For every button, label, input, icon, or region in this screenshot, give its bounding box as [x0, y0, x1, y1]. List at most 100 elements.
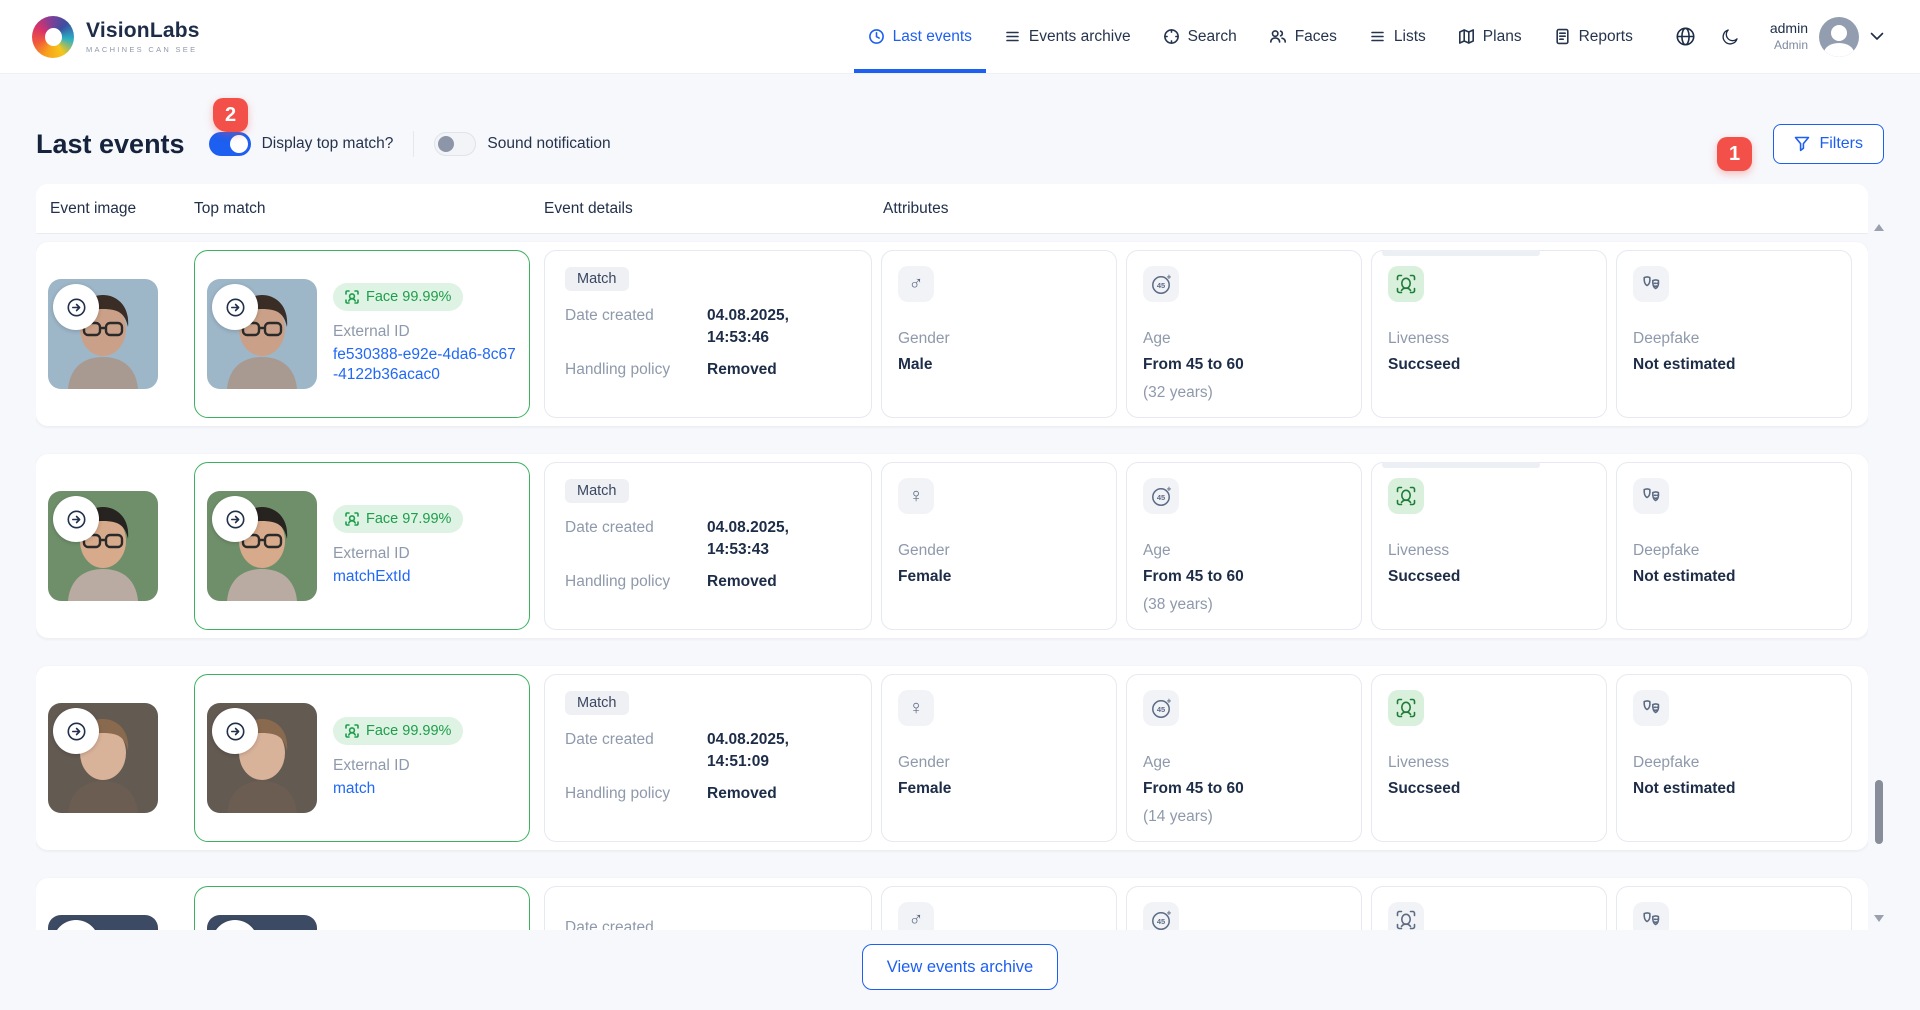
nav-reports[interactable]: Reports: [1554, 0, 1633, 73]
page-title: Last events: [36, 128, 185, 159]
nav-label: Lists: [1393, 27, 1426, 45]
display-top-match-toggle[interactable]: [208, 132, 251, 156]
match-image[interactable]: [207, 915, 317, 930]
annotation-badge-1: 1: [1717, 137, 1752, 171]
date-created-label: Date created: [565, 307, 654, 324]
brand-logo[interactable]: VisionLabs MACHINES CAN SEE: [32, 0, 200, 73]
age-detail: (38 years): [1143, 596, 1213, 613]
event-details-card: Match Date created 04.08.2025, 14:53:43 …: [544, 462, 872, 630]
liveness-card: Liveness Succseed: [1371, 250, 1607, 418]
visionlabs-logo-icon: [32, 15, 74, 58]
nav-faces[interactable]: Faces: [1269, 0, 1337, 73]
age-card: 45 + Age From 45 to 60 (32 years): [1126, 250, 1362, 418]
main-nav: Last events Events archive Search Faces …: [853, 0, 1633, 73]
match-image[interactable]: [207, 491, 317, 601]
age-label: Age: [1143, 330, 1171, 347]
external-id-link[interactable]: match: [333, 779, 463, 799]
open-event-icon[interactable]: [53, 708, 99, 754]
col-event-image: Event image: [50, 199, 137, 217]
event-image[interactable]: [48, 491, 158, 601]
view-events-archive-button[interactable]: View events archive: [861, 944, 1059, 990]
top-match-card: Face 99.99% External ID fe530388-e92e-4d…: [194, 250, 530, 418]
date-created-value: 04.08.2025, 14:51:09: [707, 731, 789, 770]
external-id-label: External ID: [333, 544, 410, 562]
liveness-icon: [1388, 266, 1424, 302]
dark-mode-moon-icon[interactable]: [1720, 27, 1740, 47]
table-header: Event image Top match Event details Attr…: [36, 184, 1868, 234]
svg-text:45: 45: [1156, 493, 1164, 502]
nav-last-events[interactable]: Last events: [853, 0, 987, 73]
open-event-icon[interactable]: [53, 496, 99, 542]
match-image[interactable]: [207, 703, 317, 813]
match-image[interactable]: [207, 279, 317, 389]
face-similarity-badge: Face 99.99%: [333, 282, 464, 311]
open-match-icon[interactable]: [212, 284, 258, 330]
date-created-value: 04.08.2025, 14:53:43: [707, 519, 789, 558]
face-similarity-value: Face 99.99%: [366, 288, 452, 305]
language-globe-icon[interactable]: [1675, 26, 1696, 47]
event-row: Face 99.99% External ID fe530388-e92e-4d…: [36, 242, 1868, 426]
handling-policy-value: Removed: [707, 573, 777, 590]
event-details-card: Match Date created 04.08.2025, 14:51:09 …: [544, 674, 872, 842]
scroll-down-arrow-icon[interactable]: [1874, 915, 1884, 922]
sound-notification-toggle[interactable]: [434, 132, 477, 156]
liveness-card: Liveness: [1371, 886, 1607, 930]
liveness-label: Liveness: [1388, 542, 1450, 559]
deepfake-card: Deepfake: [1616, 886, 1852, 930]
face-similarity-badge: Face 99.99%: [333, 716, 464, 745]
svg-text:+: +: [1166, 485, 1171, 494]
nav-plans[interactable]: Plans: [1458, 0, 1522, 73]
date-created-value: 04.08.2025, 14:53:46: [707, 307, 789, 346]
svg-text:+: +: [1166, 273, 1171, 282]
handling-policy-value: Removed: [707, 361, 777, 378]
brand-name: VisionLabs: [86, 19, 200, 42]
event-image[interactable]: [48, 915, 158, 930]
match-tag: Match: [565, 691, 629, 715]
deepfake-label: Deepfake: [1633, 754, 1700, 771]
avatar[interactable]: [1819, 16, 1859, 57]
handling-policy-label: Handling policy: [565, 361, 671, 378]
age-icon: 45 +: [1143, 266, 1179, 302]
gender-label: Gender: [898, 330, 950, 347]
filters-button[interactable]: Filters: [1773, 124, 1884, 164]
user-menu[interactable]: admin Admin: [1770, 16, 1884, 57]
scroll-hint-bar: [1382, 462, 1540, 468]
liveness-card: Liveness Succseed: [1371, 462, 1607, 630]
nav-search[interactable]: Search: [1163, 0, 1237, 73]
top-match-card: Face 97.99% External ID matchExtId: [194, 462, 530, 630]
scrollbar-thumb[interactable]: [1875, 780, 1883, 844]
top-match-card: Face 99.99% External ID match: [194, 674, 530, 842]
deepfake-masks-icon: [1633, 690, 1669, 726]
vertical-scrollbar[interactable]: [1874, 224, 1884, 922]
gender-card: ♀ Gender Female: [881, 462, 1117, 630]
event-image[interactable]: [48, 279, 158, 389]
age-card: 45 + Age From 45 to 60 (38 years): [1126, 462, 1362, 630]
list-icon: [1006, 31, 1019, 42]
scroll-up-arrow-icon[interactable]: [1874, 224, 1884, 231]
people-icon: [1269, 30, 1286, 43]
age-label: Age: [1143, 542, 1171, 559]
sound-notification-label: Sound notification: [487, 135, 611, 152]
external-id-link[interactable]: matchExtId: [333, 567, 463, 587]
date-created-label: Date created: [565, 519, 654, 536]
age-card: 45 + Age From 45 to 60 (14 years): [1126, 674, 1362, 842]
match-tag: Match: [565, 479, 629, 503]
clock-icon: [868, 29, 884, 44]
event-image[interactable]: [48, 703, 158, 813]
face-scan-icon: [345, 512, 359, 526]
nav-lists[interactable]: Lists: [1369, 0, 1426, 73]
age-detail: (32 years): [1143, 384, 1213, 401]
external-id-label: External ID: [333, 322, 410, 340]
chevron-down-icon[interactable]: [1870, 32, 1884, 41]
open-event-icon[interactable]: [53, 284, 99, 330]
deepfake-value: Not estimated: [1633, 356, 1736, 373]
external-id-label: External ID: [333, 756, 410, 774]
open-match-icon[interactable]: [212, 496, 258, 542]
annotation-badge-2: 2: [213, 98, 248, 132]
col-attributes: Attributes: [883, 199, 949, 217]
age-value: From 45 to 60: [1143, 568, 1244, 585]
external-id-link[interactable]: fe530388-e92e-4da6-8c67-4122b36acac0: [333, 345, 517, 385]
nav-events-archive[interactable]: Events archive: [1004, 0, 1131, 73]
open-match-icon[interactable]: [212, 708, 258, 754]
svg-text:45: 45: [1156, 281, 1164, 290]
